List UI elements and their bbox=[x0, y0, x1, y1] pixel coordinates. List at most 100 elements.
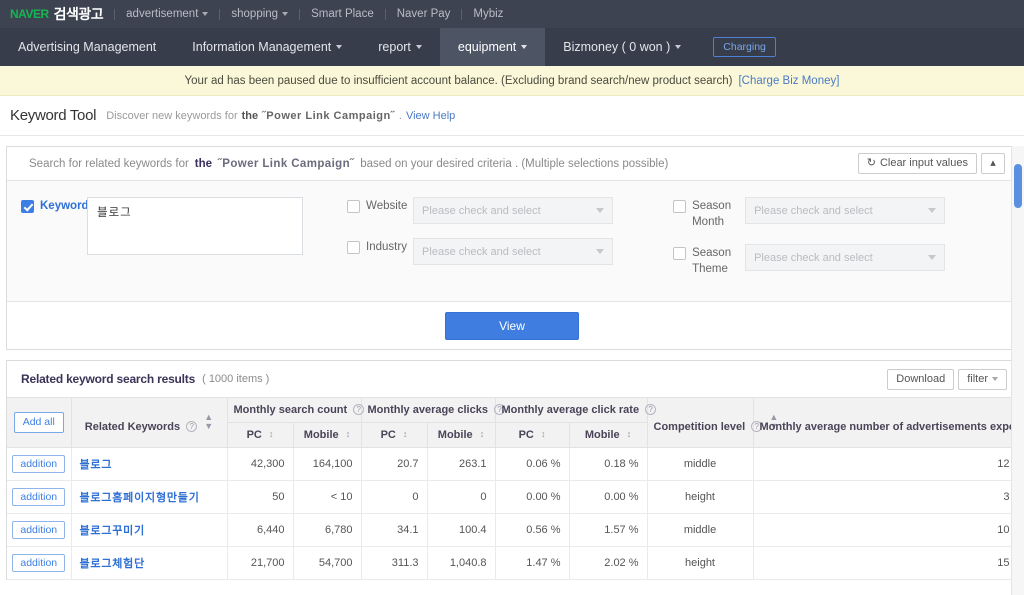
season-month-checkbox[interactable] bbox=[673, 200, 687, 213]
sort-icon[interactable]: ↕ bbox=[627, 430, 632, 439]
sort-icon[interactable]: ↕ bbox=[541, 430, 546, 439]
scrollbar-thumb[interactable] bbox=[1014, 164, 1022, 208]
monthly-average-click-rate-label: Monthly average click rate bbox=[501, 404, 640, 417]
search-count-pc-cell: 21,700 bbox=[227, 546, 294, 581]
service-title: 검색광고 bbox=[53, 6, 104, 22]
sort-icon[interactable]: ↕ bbox=[480, 430, 485, 439]
season-month-label[interactable]: Season Month bbox=[673, 197, 745, 230]
nav-item-label: Bizmoney ( 0 won ) bbox=[563, 40, 671, 54]
charging-button[interactable]: Charging bbox=[713, 37, 776, 57]
season-month-field: Season Month Please check and select bbox=[673, 197, 1009, 230]
website-select[interactable]: Please check and select bbox=[413, 197, 614, 224]
clear-input-values-button[interactable]: ↻ Clear input values bbox=[857, 153, 977, 174]
view-help-link[interactable]: View Help bbox=[406, 110, 455, 122]
season-theme-checkbox[interactable] bbox=[673, 247, 687, 261]
add-all-header: Add all bbox=[7, 397, 72, 449]
click-rate-pc-cell: 0.00 % bbox=[495, 480, 570, 515]
search-count-mobile-cell: 6,780 bbox=[293, 513, 362, 548]
industry-select[interactable]: Please check and select bbox=[413, 238, 614, 265]
page-description: Discover new keywords for the ˝Power Lin… bbox=[106, 110, 455, 122]
industry-checkbox[interactable] bbox=[347, 241, 361, 254]
click-rate-mobile-cell: 2.02 % bbox=[569, 546, 648, 581]
vertical-scrollbar[interactable] bbox=[1011, 146, 1024, 595]
clicks-pc-cell: 20.7 bbox=[361, 447, 428, 482]
charge-biz-money-link[interactable]: [Charge Biz Money] bbox=[738, 75, 839, 87]
chevron-down-icon bbox=[675, 45, 682, 49]
gnb-link-mybiz[interactable]: Mybiz bbox=[473, 8, 503, 20]
search-count-pc-header[interactable]: PC ↕ bbox=[227, 422, 294, 449]
keyword-label[interactable]: Keyword bbox=[21, 197, 89, 215]
keyword-cell[interactable]: 블로그 bbox=[71, 447, 228, 482]
add-keyword-button[interactable]: addition bbox=[12, 487, 66, 507]
results-header: Related keyword search results ( 1000 it… bbox=[7, 361, 1017, 398]
website-label[interactable]: Website bbox=[347, 197, 413, 215]
nav-item-bizmoney[interactable]: Bizmoney ( 0 won ) bbox=[545, 28, 699, 66]
monthly-ads-exposed-header[interactable]: Monthly average number of advertisements… bbox=[753, 397, 1024, 449]
related-keywords-header[interactable]: Related Keywords ? ▲ ▼ bbox=[71, 397, 228, 449]
help-icon[interactable]: ? bbox=[186, 420, 198, 432]
monthly-average-clicks-header: Monthly average clicks ? bbox=[361, 397, 506, 424]
industry-label[interactable]: Industry bbox=[347, 238, 413, 256]
clicks-mobile-cell: 263.1 bbox=[427, 447, 496, 482]
keyword-checkbox[interactable] bbox=[21, 200, 34, 213]
keyword-cell[interactable]: 블로그꾸미기 bbox=[71, 513, 228, 548]
sort-icon[interactable]: ▲▼ bbox=[204, 412, 213, 431]
view-button[interactable]: View bbox=[445, 311, 579, 340]
nav-item-information-management[interactable]: Information Management bbox=[174, 28, 360, 66]
keyword-input[interactable] bbox=[87, 197, 303, 255]
sort-icon[interactable]: ↕ bbox=[269, 430, 274, 439]
help-icon[interactable]: ? bbox=[353, 404, 365, 416]
add-all-button[interactable]: Add all bbox=[13, 412, 64, 433]
click-rate-mobile-header[interactable]: Mobile ↕ bbox=[569, 422, 648, 449]
add-keyword-button[interactable]: addition bbox=[12, 553, 66, 573]
add-keyword-button[interactable]: addition bbox=[12, 454, 66, 474]
gnb-link-advertisement[interactable]: advertisement bbox=[126, 8, 209, 20]
search-panel-body: Keyword Website Please check and select bbox=[7, 181, 1017, 302]
monthly-average-clicks-label: Monthly average clicks bbox=[367, 404, 488, 417]
search-count-mobile-cell: < 10 bbox=[293, 480, 362, 515]
chevron-down-icon bbox=[596, 249, 605, 254]
col-label-pc: PC bbox=[380, 429, 396, 442]
click-rate-pc-header[interactable]: PC ↕ bbox=[495, 422, 570, 449]
chevron-down-icon bbox=[202, 12, 209, 16]
ads-exposed-cell: 12 bbox=[753, 447, 1019, 482]
search-count-mobile-header[interactable]: Mobile ↕ bbox=[293, 422, 362, 449]
season-month-select[interactable]: Please check and select bbox=[745, 197, 946, 224]
search-count-pc-cell: 50 bbox=[227, 480, 294, 515]
clicks-pc-header[interactable]: PC ↕ bbox=[361, 422, 428, 449]
season-theme-select[interactable]: Please check and select bbox=[745, 244, 946, 272]
keyword-cell[interactable]: 블로그홈페이지형만들기 bbox=[71, 480, 228, 515]
related-keywords-header-label: Related Keywords bbox=[84, 420, 181, 433]
competition-level-label: Competition level bbox=[653, 420, 746, 433]
season-theme-label[interactable]: Season Theme bbox=[673, 244, 745, 277]
filter-button[interactable]: filter bbox=[958, 368, 1007, 390]
search-campaign-name: ˝Power Link Campaign˝ bbox=[218, 157, 355, 170]
sort-icon[interactable]: ↕ bbox=[346, 430, 351, 439]
website-checkbox[interactable] bbox=[347, 200, 361, 213]
gnb-link-shopping[interactable]: shopping bbox=[231, 8, 289, 20]
gnb-link-naver-pay[interactable]: Naver Pay bbox=[397, 8, 451, 20]
col-label-pc: PC bbox=[246, 429, 262, 442]
col-label-mobile: Mobile bbox=[584, 429, 620, 442]
search-head-prefix: Search for related keywords for bbox=[29, 157, 189, 170]
download-button[interactable]: Download bbox=[887, 368, 955, 390]
gnb-link-smart-place[interactable]: Smart Place bbox=[311, 8, 374, 20]
keyword-cell[interactable]: 블로그체험단 bbox=[71, 546, 228, 581]
ads-exposed-cell: 3 bbox=[753, 480, 1019, 515]
content-wrapper: Search for related keywords for the ˝Pow… bbox=[0, 136, 1024, 581]
nav-item-equipment[interactable]: equipment bbox=[439, 28, 546, 66]
nav-item-advertising-management[interactable]: Advertising Management bbox=[0, 28, 174, 66]
click-rate-pc-cell: 1.47 % bbox=[495, 546, 570, 581]
competition-level-header[interactable]: Competition level ? ▲▼ bbox=[647, 397, 778, 449]
sort-icon[interactable]: ↕ bbox=[403, 430, 408, 439]
nav-item-report[interactable]: report bbox=[360, 28, 440, 66]
click-rate-mobile-cell: 1.57 % bbox=[569, 513, 648, 548]
collapse-panel-button[interactable]: ▴ bbox=[981, 153, 1005, 174]
season-month-select-placeholder: Please check and select bbox=[754, 204, 873, 217]
results-title: Related keyword search results bbox=[21, 372, 196, 387]
clicks-mobile-header[interactable]: Mobile ↕ bbox=[427, 422, 496, 449]
add-keyword-button[interactable]: addition bbox=[12, 520, 66, 540]
keyword-field: Keyword bbox=[21, 197, 303, 277]
monthly-search-count-header: Monthly search count ? bbox=[227, 397, 365, 424]
ads-exposed-cell: 10 bbox=[753, 513, 1019, 548]
